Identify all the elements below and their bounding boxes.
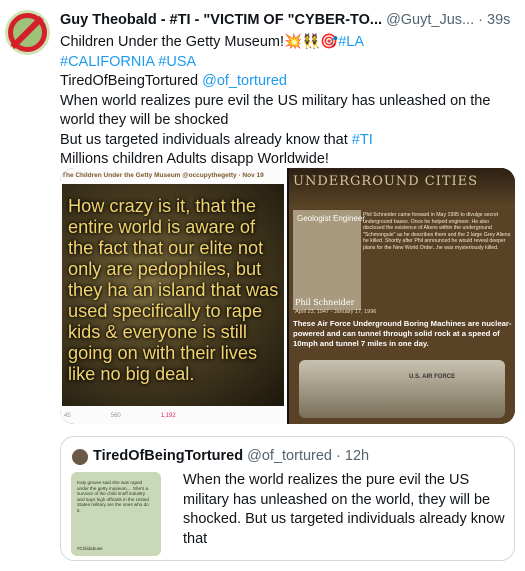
quoted-author-name: TiredOfBeingTortured — [93, 448, 244, 464]
author-handle[interactable]: @Guyt_Jus... — [386, 12, 474, 28]
image-paragraph: Phil Schneider came forward in May 1995 … — [363, 212, 511, 251]
quoted-author-handle: @of_tortured — [247, 448, 332, 464]
tweet-line-1-text: Children Under the Getty Museum!💥👯🎯 — [60, 34, 339, 50]
quoted-thumbnail-text: Katy groves said she was raped under the… — [77, 480, 149, 513]
tweet-line-4: But us targeted individuals already know… — [60, 131, 515, 151]
image-caption: These Air Force Underground Boring Machi… — [293, 319, 512, 348]
boring-machine-image — [299, 360, 505, 418]
embedded-reply-count: 45 — [64, 413, 71, 419]
embedded-retweet-count: 560 — [110, 413, 121, 419]
quoted-thumbnail: Katy groves said she was raped under the… — [71, 472, 161, 556]
embedded-quote-text: How crazy is it, that the entire world i… — [68, 196, 279, 384]
person-dates: April 23, 1947 - January 17, 1996 — [295, 309, 377, 315]
mention-line: TiredOfBeingTortured @of_tortured — [60, 72, 515, 92]
author-avatar[interactable] — [5, 10, 50, 55]
quoted-thumbnail-tag: #Childabuse — [77, 546, 103, 551]
tweet-header: Guy Theobald - #TI - "VICTIM OF "CYBER-T… — [60, 12, 520, 32]
mention-name: TiredOfBeingTortured — [60, 73, 199, 89]
hashtag-ti[interactable]: #TI — [352, 132, 373, 148]
person-name: Phil Schneider — [295, 298, 355, 307]
quoted-tweet[interactable]: TiredOfBeingTortured @of_tortured · 12h … — [60, 436, 515, 561]
author-name[interactable]: Guy Theobald - #TI - "VICTIM OF "CYBER-T… — [60, 12, 382, 28]
media-image-right[interactable]: UNDERGROUND CITIES Geologist Engineer Ph… — [289, 168, 515, 424]
hashtags-line[interactable]: #CALIFORNIA #USA — [60, 53, 515, 73]
tweet-line-1: Children Under the Getty Museum!💥👯🎯#LA — [60, 33, 515, 53]
tweet-line-4-text: But us targeted individuals already know… — [60, 131, 348, 148]
mention-handle[interactable]: @of_tortured — [202, 73, 287, 89]
tweet-line-5: Millions children Adults disapp Worldwid… — [60, 151, 329, 167]
tweet-time[interactable]: · 39s — [478, 12, 510, 28]
embedded-tweet-header: The Children Under the Getty Museum @occ… — [62, 172, 264, 179]
image-banner: UNDERGROUND CITIES — [289, 168, 515, 208]
hashtag-la[interactable]: #LA — [338, 34, 364, 50]
embedded-like-count: 1,192 — [160, 413, 176, 419]
person-photo — [293, 210, 361, 310]
quoted-avatar — [72, 449, 88, 465]
media-image-left[interactable]: The Children Under the Getty Museum @occ… — [60, 168, 287, 424]
tweet-text: Children Under the Getty Museum!💥👯🎯#LA #… — [60, 33, 515, 170]
tweet-line-3: When world realizes pure evil the US mil… — [60, 92, 491, 129]
media-grid[interactable]: The Children Under the Getty Museum @occ… — [60, 168, 515, 424]
quoted-header: TiredOfBeingTortured @of_tortured · 12h — [93, 448, 369, 464]
machine-label: U.S. AIR FORCE — [409, 374, 456, 380]
tweet[interactable]: Guy Theobald - #TI - "VICTIM OF "CYBER-T… — [0, 0, 525, 571]
embedded-stats: 45 560 1,192 — [64, 413, 284, 419]
quoted-text: When the world realizes the pure evil th… — [183, 472, 505, 547]
quoted-time: · 12h — [336, 448, 370, 464]
geologist-label: Geologist Engineer — [297, 214, 366, 223]
